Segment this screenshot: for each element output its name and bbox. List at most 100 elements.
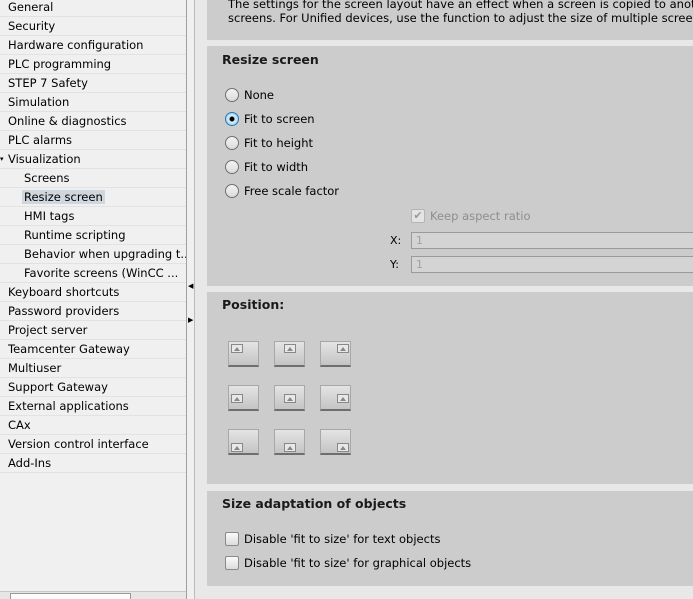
position-top-left-button[interactable] bbox=[228, 341, 259, 367]
tree-item-label: Online & diagnostics bbox=[8, 114, 127, 128]
tree-item[interactable]: Support Gateway bbox=[0, 378, 186, 397]
y-scale-input[interactable]: 1 bbox=[411, 256, 693, 273]
tree-item[interactable]: Behavior when upgrading t... bbox=[0, 245, 186, 264]
tree-item-label: HMI tags bbox=[24, 209, 75, 223]
image-icon bbox=[284, 344, 296, 353]
tree-item-label: Hardware configuration bbox=[8, 38, 144, 52]
tree-item-label: STEP 7 Safety bbox=[8, 76, 88, 90]
tree-item[interactable]: Resize screen bbox=[0, 188, 186, 207]
radio-label: Fit to screen bbox=[244, 112, 315, 126]
tree-item[interactable]: ▾ Visualization bbox=[0, 150, 186, 169]
size-adaptation-checkbox[interactable]: Disable 'fit to size' for graphical obje… bbox=[225, 555, 471, 571]
tree-list: General Security Hardware configuration PLC… bbox=[0, 0, 186, 473]
resize-screen-title: Resize screen bbox=[222, 52, 319, 67]
tree-item[interactable]: Security bbox=[0, 17, 186, 36]
tree-item-label: Teamcenter Gateway bbox=[8, 342, 130, 356]
checkbox-label: Disable 'fit to size' for text objects bbox=[244, 532, 441, 546]
tree-item[interactable]: General bbox=[0, 0, 186, 17]
position-bottom-left-button[interactable] bbox=[228, 429, 259, 455]
radio-button-icon[interactable] bbox=[225, 112, 239, 126]
tree-item[interactable]: Hardware configuration bbox=[0, 36, 186, 55]
tree-item-label: Runtime scripting bbox=[24, 228, 126, 242]
tree-item[interactable]: STEP 7 Safety bbox=[0, 74, 186, 93]
tree-item[interactable]: Online & diagnostics bbox=[0, 112, 186, 131]
image-icon bbox=[337, 344, 349, 353]
gutter bbox=[195, 0, 207, 599]
panel-splitter[interactable]: ◀ ▶ bbox=[187, 0, 195, 599]
radio-button-icon[interactable] bbox=[225, 136, 239, 150]
size-adaptation-checkbox[interactable]: Disable 'fit to size' for text objects bbox=[225, 531, 440, 547]
image-icon bbox=[284, 394, 296, 403]
size-adaptation-title: Size adaptation of objects bbox=[222, 496, 407, 511]
image-icon bbox=[231, 443, 243, 452]
tree-item[interactable]: Favorite screens (WinCC ... bbox=[0, 264, 186, 283]
horizontal-scrollbar[interactable] bbox=[0, 591, 186, 599]
tree-item[interactable]: Project server bbox=[0, 321, 186, 340]
tree-item[interactable]: Add-Ins bbox=[0, 454, 186, 473]
tree-item-label: Version control interface bbox=[8, 437, 149, 451]
tree-item[interactable]: CAx bbox=[0, 416, 186, 435]
tree-item-label: Password providers bbox=[8, 304, 120, 318]
x-scale-input[interactable]: 1 bbox=[411, 232, 693, 249]
tree-item[interactable]: HMI tags bbox=[0, 207, 186, 226]
radio-label: Fit to width bbox=[244, 160, 309, 174]
position-bottom-center-button[interactable] bbox=[274, 429, 305, 455]
expand-arrow-icon[interactable]: ▾ bbox=[0, 150, 4, 169]
tree-item-label: Keyboard shortcuts bbox=[8, 285, 120, 299]
tree-item-label: Multiuser bbox=[8, 361, 62, 375]
image-icon bbox=[337, 443, 349, 452]
position-top-center-button[interactable] bbox=[274, 341, 305, 367]
tree-item[interactable]: Version control interface bbox=[0, 435, 186, 454]
tree-item-label: PLC programming bbox=[8, 57, 112, 71]
radio-option[interactable]: Fit to width bbox=[225, 159, 308, 175]
tree-item-label: External applications bbox=[8, 399, 129, 413]
position-center-button[interactable] bbox=[274, 385, 305, 411]
tree-item[interactable]: Simulation bbox=[0, 93, 186, 112]
tree-item-label: Project server bbox=[8, 323, 88, 337]
radio-option[interactable]: Free scale factor bbox=[225, 183, 339, 199]
tree-item[interactable]: Runtime scripting bbox=[0, 226, 186, 245]
radio-option[interactable]: Fit to height bbox=[225, 135, 313, 151]
tree-item[interactable]: Keyboard shortcuts bbox=[0, 283, 186, 302]
image-icon bbox=[337, 394, 349, 403]
position-title: Position: bbox=[222, 297, 285, 312]
radio-option[interactable]: Fit to screen bbox=[225, 111, 315, 127]
position-bottom-right-button[interactable] bbox=[320, 429, 351, 455]
image-icon bbox=[231, 344, 243, 353]
tree-item-label: Favorite screens (WinCC ... bbox=[24, 266, 179, 280]
keep-aspect-ratio-checkbox[interactable]: ✔ Keep aspect ratio bbox=[411, 208, 531, 224]
collapse-left-icon[interactable]: ◀ bbox=[188, 282, 193, 290]
position-middle-right-button[interactable] bbox=[320, 385, 351, 411]
tree-item[interactable]: Teamcenter Gateway bbox=[0, 340, 186, 359]
x-label: X: bbox=[390, 234, 402, 247]
scrollbar-thumb[interactable] bbox=[10, 593, 131, 599]
position-top-right-button[interactable] bbox=[320, 341, 351, 367]
radio-label: None bbox=[244, 88, 275, 102]
tree-item-label: Resize screen bbox=[22, 190, 105, 204]
radio-button-icon[interactable] bbox=[225, 88, 239, 102]
tree-item-label: Security bbox=[8, 19, 56, 33]
size-adaptation-panel: Size adaptation of objects Disable 'fit … bbox=[207, 491, 693, 586]
info-text-line1: The settings for the screen layout have … bbox=[228, 0, 693, 11]
checkbox-icon[interactable] bbox=[225, 556, 239, 570]
info-panel: The settings for the screen layout have … bbox=[207, 0, 693, 40]
radio-button-icon[interactable] bbox=[225, 160, 239, 174]
tree-item[interactable]: Multiuser bbox=[0, 359, 186, 378]
checkmark-icon: ✔ bbox=[411, 209, 425, 223]
tree-item[interactable]: Password providers bbox=[0, 302, 186, 321]
radio-button-icon[interactable] bbox=[225, 184, 239, 198]
image-icon bbox=[284, 443, 296, 452]
tree-item-label: CAx bbox=[8, 418, 31, 432]
tree-item[interactable]: PLC alarms bbox=[0, 131, 186, 150]
tree-item[interactable]: External applications bbox=[0, 397, 186, 416]
expand-right-icon[interactable]: ▶ bbox=[188, 316, 193, 324]
tree-item-label: Visualization bbox=[8, 152, 81, 166]
tree-item[interactable]: PLC programming bbox=[0, 55, 186, 74]
radio-label: Fit to height bbox=[244, 136, 313, 150]
image-icon bbox=[231, 394, 243, 403]
radio-option[interactable]: None bbox=[225, 87, 274, 103]
tree-item[interactable]: Screens bbox=[0, 169, 186, 188]
y-label: Y: bbox=[390, 258, 399, 271]
checkbox-icon[interactable] bbox=[225, 532, 239, 546]
position-middle-left-button[interactable] bbox=[228, 385, 259, 411]
